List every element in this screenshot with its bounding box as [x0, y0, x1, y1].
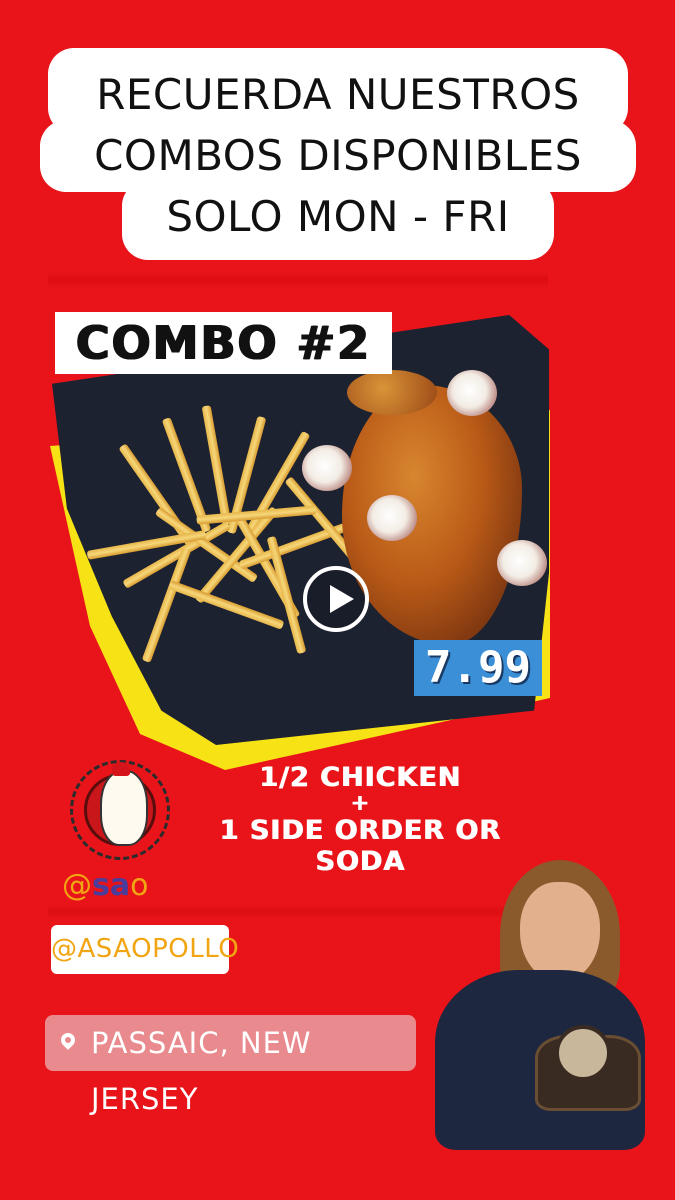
brand-logo-text: @sao	[62, 868, 148, 904]
logo-emblem	[70, 760, 170, 860]
mention-sticker[interactable]: @ASAOPOLLO	[51, 925, 239, 974]
play-icon	[330, 585, 354, 613]
divider	[48, 272, 548, 288]
potato	[497, 540, 547, 586]
offer-line-1: 1/2 CHICKEN	[258, 762, 462, 793]
location-pin-icon	[58, 1030, 78, 1050]
brand-sa: sa	[92, 868, 131, 903]
potato	[367, 495, 417, 541]
brand-at: @	[62, 868, 92, 903]
brand-o: o	[130, 868, 149, 903]
price-tag: 7.99	[414, 640, 542, 696]
offer-plus: +	[350, 791, 370, 816]
location-sticker[interactable]: PASSAIC, NEW JERSEY	[45, 1015, 416, 1116]
play-button[interactable]	[303, 566, 369, 632]
person-sticker	[415, 860, 660, 1150]
story-frame: RECUERDA NUESTROS COMBOS DISPONIBLES SOL…	[0, 0, 675, 1200]
combo-label: COMBO #2	[55, 312, 392, 374]
location-text: PASSAIC, NEW JERSEY	[91, 1026, 312, 1116]
rooster-icon	[100, 770, 148, 846]
potato	[447, 370, 497, 416]
potato	[302, 445, 352, 491]
headline-line-3: SOLO MON - FRI	[122, 180, 554, 260]
